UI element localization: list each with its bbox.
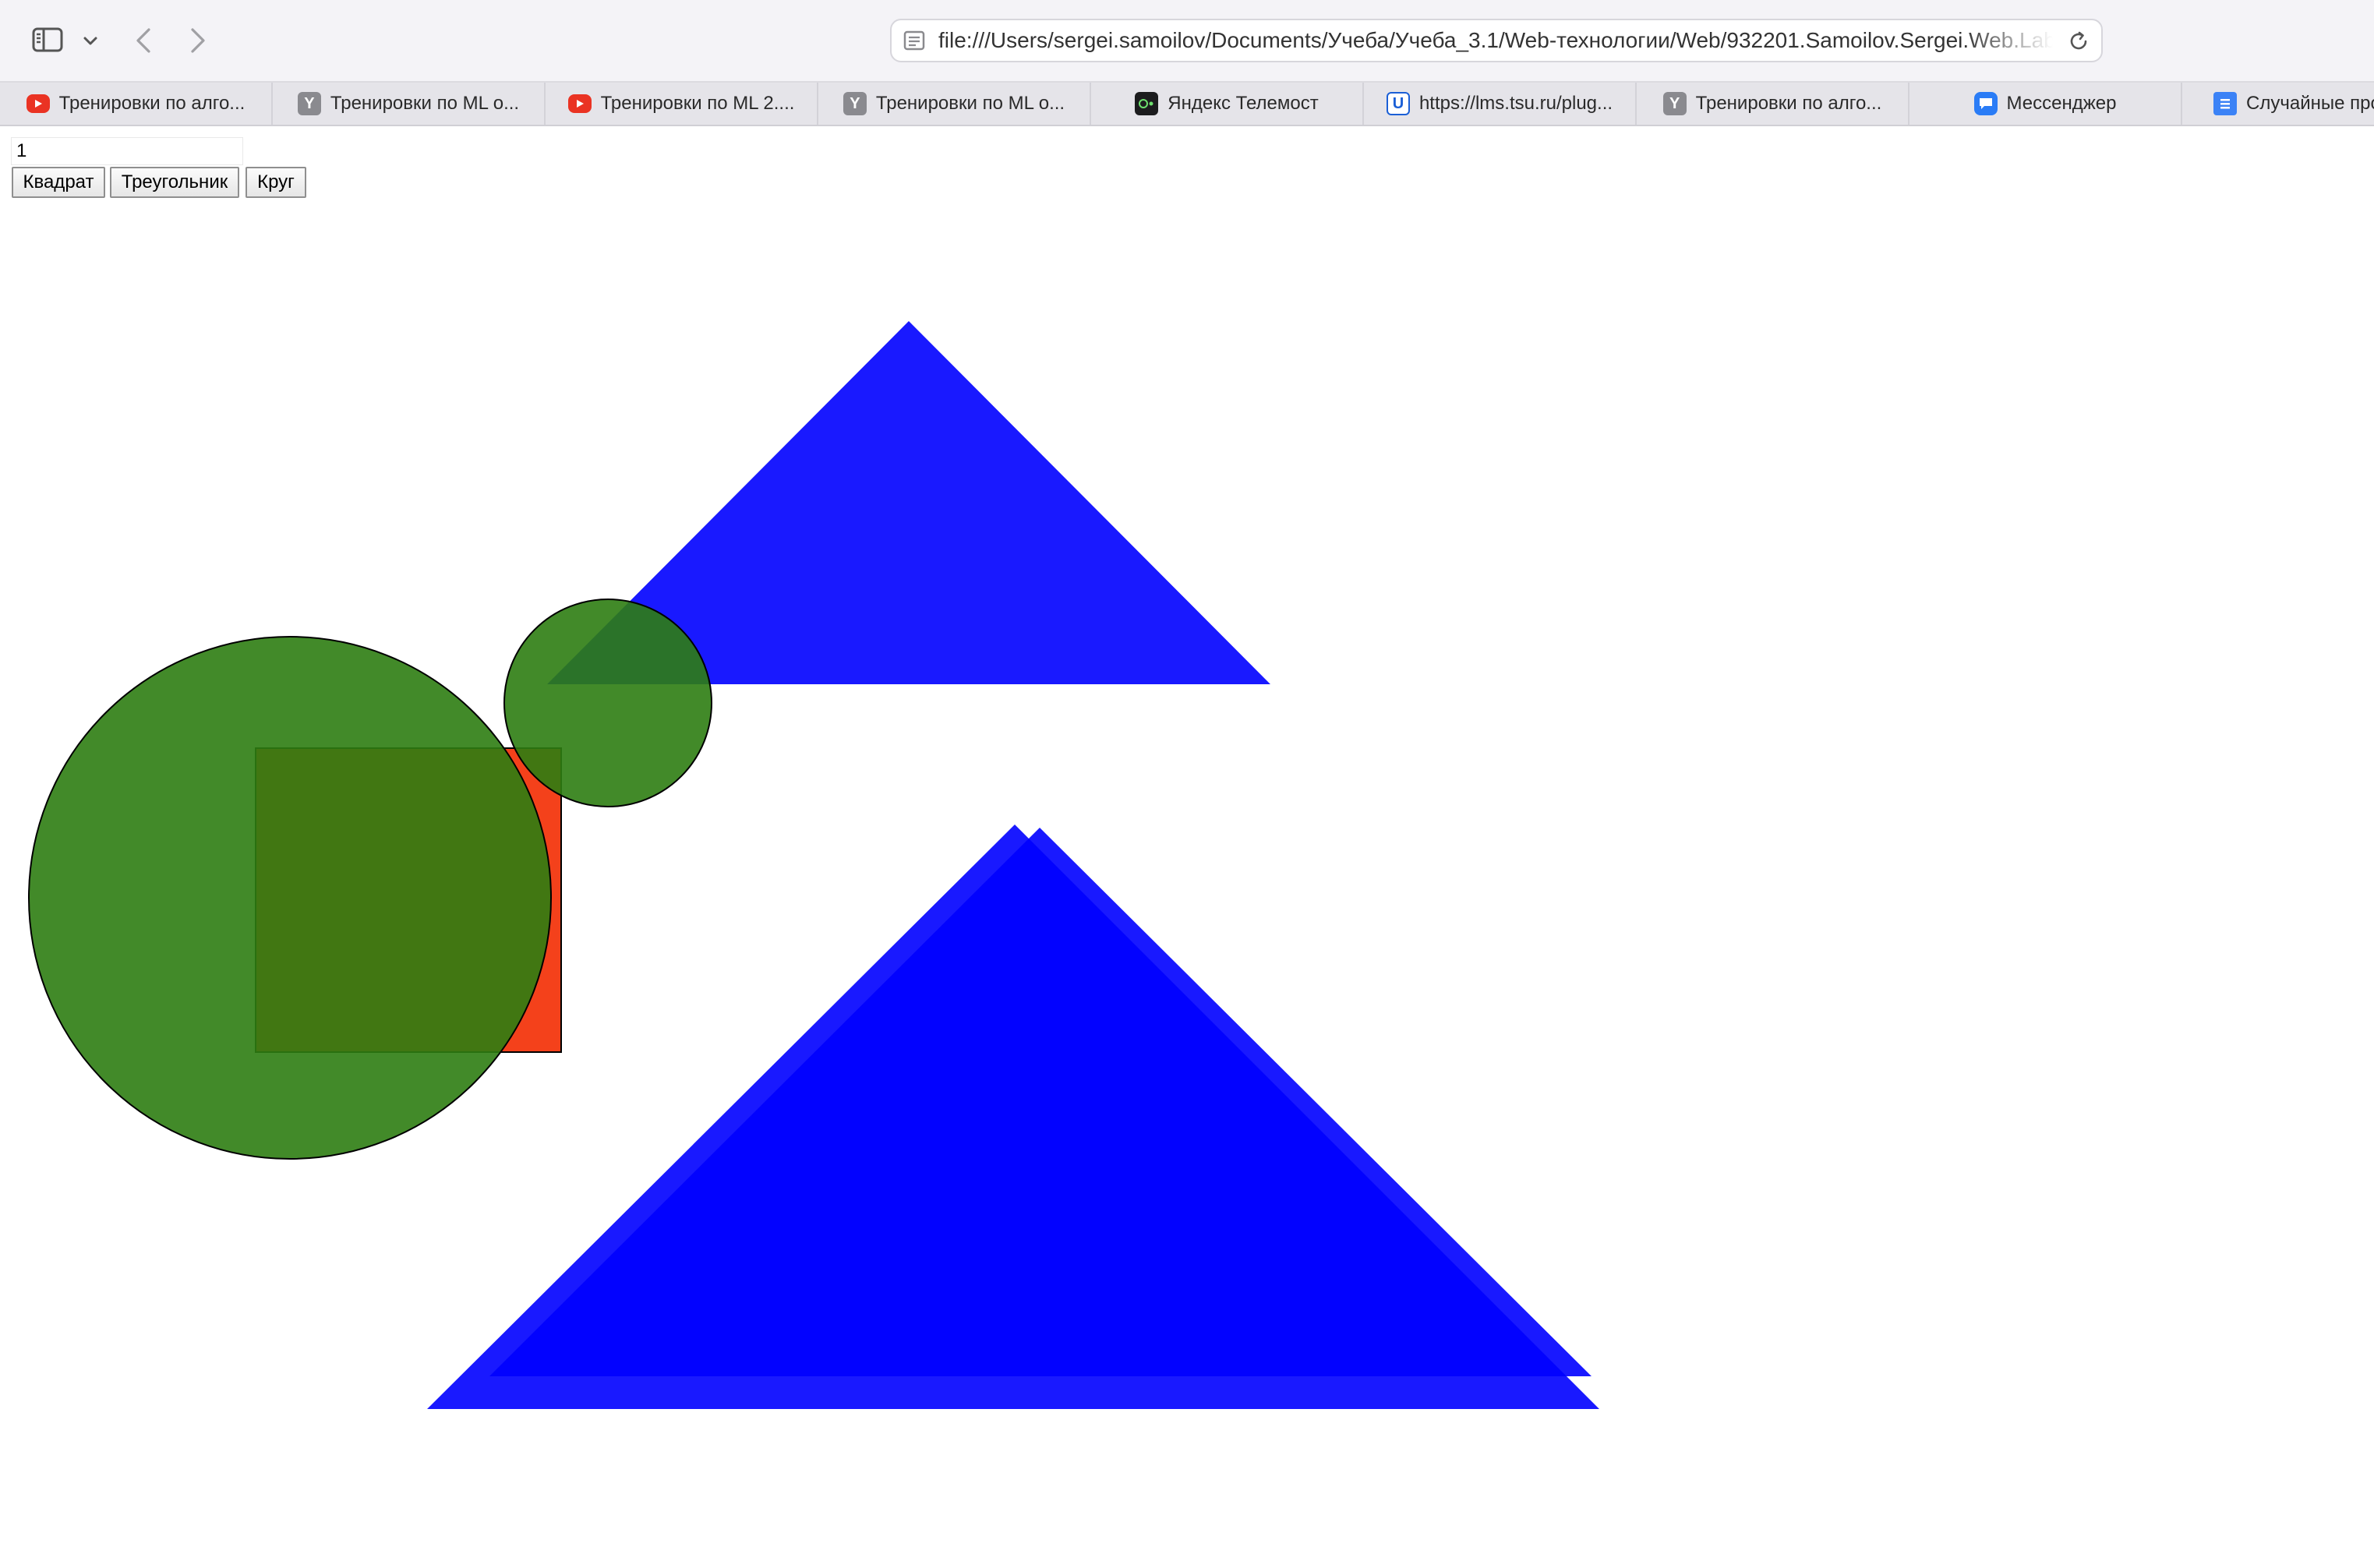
browser-toolbar: file:///Users/sergei.samoilov/Documents/… <box>0 0 2374 83</box>
circle-button[interactable]: Круг <box>246 167 306 198</box>
yandex-icon: Y <box>843 92 867 115</box>
sidebar-toggle-icon[interactable] <box>31 26 64 53</box>
circle-shape[interactable] <box>28 636 552 1160</box>
favorite-item[interactable]: Y Тренировки по ML о... <box>273 83 546 125</box>
favorite-label: Мессенджер <box>2006 93 2117 114</box>
messenger-icon <box>1973 92 1998 115</box>
back-icon[interactable] <box>131 23 156 58</box>
favorite-label: Тренировки по алго... <box>1695 93 1882 114</box>
favorite-label: Тренировки по алго... <box>58 93 246 114</box>
favorite-item[interactable]: Мессенджер <box>1909 83 2182 125</box>
reload-icon[interactable] <box>2067 30 2090 53</box>
forward-icon[interactable] <box>185 23 210 58</box>
youtube-icon <box>567 94 592 113</box>
favorite-item[interactable]: Тренировки по алго... <box>0 83 273 125</box>
circle-shape[interactable] <box>503 599 712 807</box>
favorite-label: Яндекс Телемост <box>1168 93 1319 114</box>
address-bar[interactable]: file:///Users/sergei.samoilov/Documents/… <box>890 19 2103 62</box>
telemost-icon <box>1135 92 1159 115</box>
favorite-item[interactable]: Y Тренировки по ML о... <box>818 83 1091 125</box>
triangle-button[interactable]: Треугольник <box>110 167 239 198</box>
chevron-down-icon[interactable] <box>81 31 100 50</box>
favorite-label: Тренировки по ML 2.... <box>600 93 795 114</box>
favorite-label: https://lms.tsu.ru/plug... <box>1418 93 1613 114</box>
shape-count-input[interactable] <box>11 137 243 165</box>
favorite-item[interactable]: U https://lms.tsu.ru/plug... <box>1364 83 1637 125</box>
yandex-icon: Y <box>1662 92 1687 115</box>
yandex-icon: Y <box>297 92 321 115</box>
shapes-canvas <box>28 321 1599 1409</box>
favorite-item[interactable]: Тренировки по ML 2.... <box>546 83 818 125</box>
favorite-label: Случайные про <box>2246 93 2374 114</box>
browser-window: file:///Users/sergei.samoilov/Documents/… <box>0 0 2374 1568</box>
square-button[interactable]: Квадрат <box>12 167 105 198</box>
favorite-item[interactable]: Яндекс Телемост <box>1091 83 1364 125</box>
page-info-icon[interactable] <box>903 30 926 51</box>
triangle-shape[interactable] <box>489 828 1591 1376</box>
youtube-icon <box>26 94 50 113</box>
favorite-label: Тренировки по ML о... <box>330 93 520 114</box>
lms-icon: U <box>1386 92 1410 115</box>
favorite-item[interactable]: Случайные про <box>2182 83 2374 125</box>
favorites-bar: Тренировки по алго... Y Тренировки по ML… <box>0 83 2374 126</box>
favorite-item[interactable]: Y Тренировки по алго... <box>1637 83 1909 125</box>
favorite-label: Тренировки по ML о... <box>875 93 1065 114</box>
page-content: Квадрат Треугольник Круг <box>0 126 2374 1568</box>
url-text[interactable]: file:///Users/sergei.samoilov/Documents/… <box>938 20 2053 61</box>
document-icon <box>2213 92 2237 115</box>
